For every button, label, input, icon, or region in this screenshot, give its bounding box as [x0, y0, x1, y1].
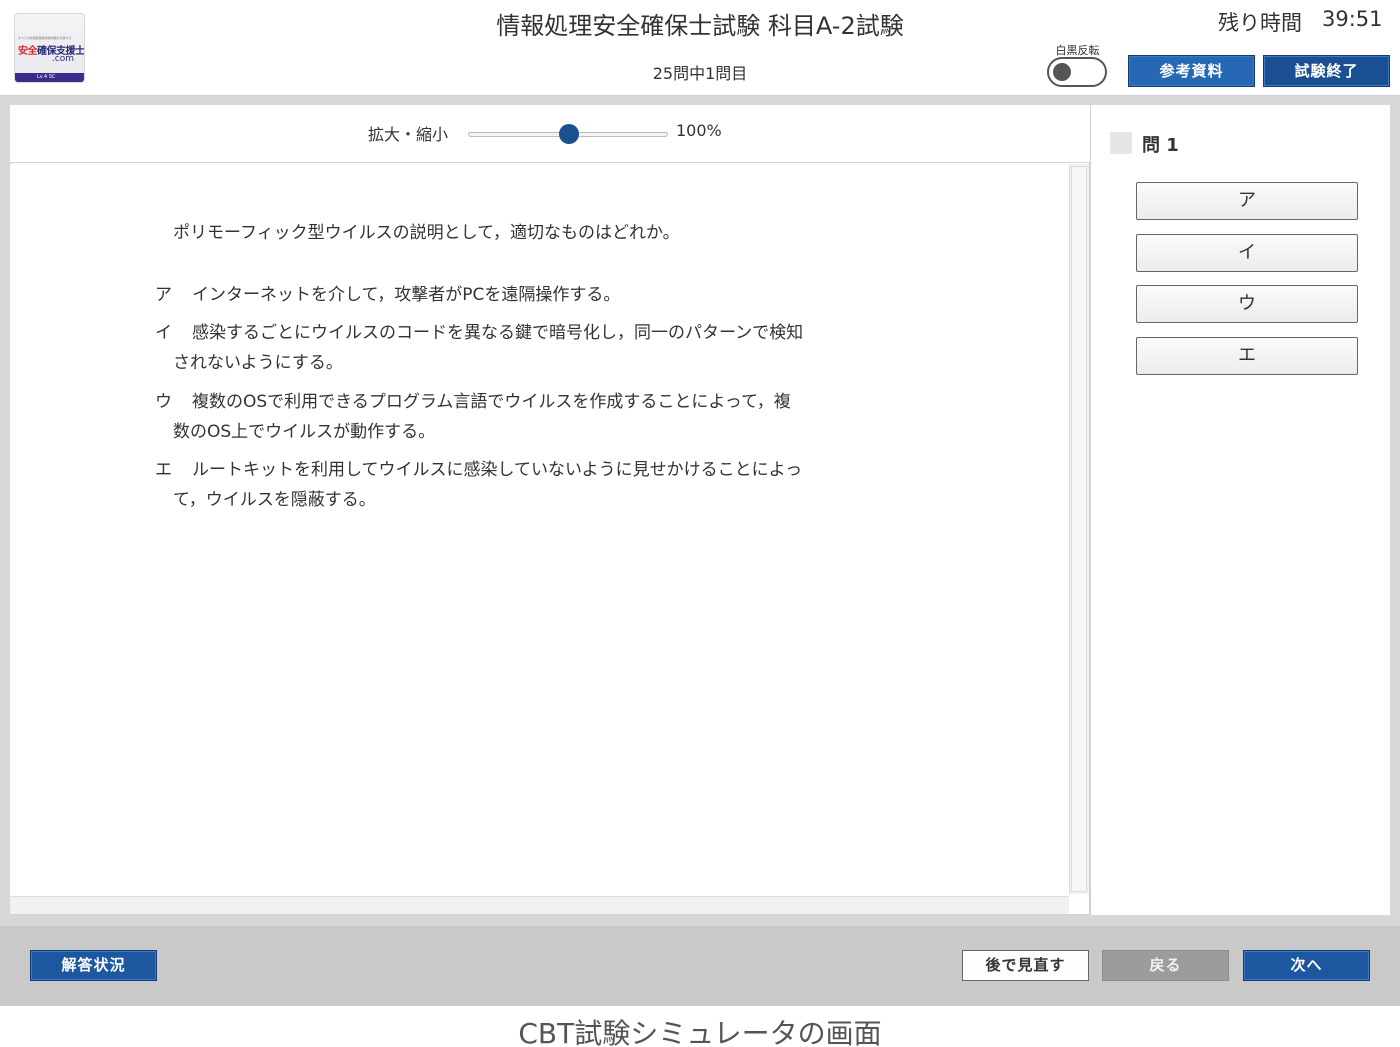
question-content: ポリモーフィック型ウイルスの説明として，適切なものはどれか。 ア インターネット… — [10, 164, 1069, 896]
option-text: 感染するごとにウイルスのコードを異なる鍵で暗号化し，同一のパターンで検知 — [192, 323, 804, 343]
timer-value: 39:51 — [1322, 7, 1383, 31]
logo-domain: .com — [51, 54, 74, 64]
option-text: ルートキットを利用してウイルスに感染していないように見せかけることによっ — [192, 460, 803, 480]
option-e: エ ルートキットを利用してウイルスに感染していないように見せかけることによっ て… — [155, 455, 875, 515]
toggle-knob — [1053, 63, 1071, 81]
zoom-label: 拡大・縮小 — [368, 125, 449, 144]
invert-toggle[interactable] — [1047, 57, 1107, 87]
option-mark: エ — [155, 460, 172, 480]
option-text: 複数のOSで利用できるプログラム言語でウイルスを作成することによって，複 — [192, 392, 791, 412]
answer-button-u[interactable]: ウ — [1136, 285, 1358, 323]
answer-button-a[interactable]: ア — [1136, 182, 1358, 220]
option-text-continued: 数のOS上でウイルスが動作する。 — [173, 422, 436, 442]
option-mark: ア — [155, 285, 172, 305]
option-a: ア インターネットを介して，攻撃者がPCを遠隔操作する。 — [155, 280, 875, 310]
logo-tagline: すべての情報処理技術者試験を応援する — [18, 36, 72, 40]
answer-panel — [1090, 105, 1390, 915]
question-number: 問 1 — [1142, 135, 1179, 156]
reference-button[interactable]: 参考資料 — [1128, 55, 1255, 87]
option-text-continued: て，ウイルスを隠蔽する。 — [173, 490, 376, 510]
horizontal-scrollbar[interactable] — [10, 896, 1069, 914]
answer-status-button[interactable]: 解答状況 — [30, 950, 157, 981]
back-button[interactable]: 戻る — [1102, 950, 1229, 981]
option-mark: ウ — [155, 392, 172, 412]
site-logo: すべての情報処理技術者試験を応援する 安全確保支援士 .com Lv.4 SC — [14, 13, 85, 83]
zoom-bar: 拡大・縮小 100% — [10, 105, 1090, 163]
timer-label: 残り時間 — [1218, 11, 1302, 35]
option-mark: イ — [155, 323, 172, 343]
invert-toggle-label: 白黒反転 — [1055, 44, 1100, 57]
option-text-continued: されないようにする。 — [173, 353, 343, 373]
logo-name-accent: 安全 — [18, 46, 38, 57]
next-button[interactable]: 次へ — [1243, 950, 1370, 981]
zoom-slider-handle[interactable] — [559, 124, 579, 144]
zoom-value: 100% — [676, 121, 722, 140]
vertical-scrollbar-thumb[interactable] — [1071, 166, 1087, 892]
screen-caption: CBT試験シミュレータの画面 — [518, 1017, 882, 1047]
option-u: ウ 複数のOSで利用できるプログラム言語でウイルスを作成することによって，複 数… — [155, 387, 875, 447]
option-i: イ 感染するごとにウイルスのコードを異なる鍵で暗号化し，同一のパターンで検知 さ… — [155, 318, 875, 378]
option-text: インターネットを介して，攻撃者がPCを遠隔操作する。 — [192, 285, 621, 305]
answer-button-e[interactable]: エ — [1136, 337, 1358, 375]
logo-badge: Lv.4 SC — [15, 73, 84, 82]
finish-exam-button[interactable]: 試験終了 — [1263, 55, 1390, 87]
exam-title: 情報処理安全確保士試験 科目A-2試験 — [496, 12, 904, 40]
question-stem: ポリモーフィック型ウイルスの説明として，適切なものはどれか。 — [173, 223, 680, 243]
review-later-button[interactable]: 後で見直す — [962, 950, 1089, 981]
flag-checkbox[interactable] — [1110, 132, 1132, 154]
question-progress: 25問中1問目 — [652, 64, 748, 83]
answer-button-i[interactable]: イ — [1136, 234, 1358, 272]
